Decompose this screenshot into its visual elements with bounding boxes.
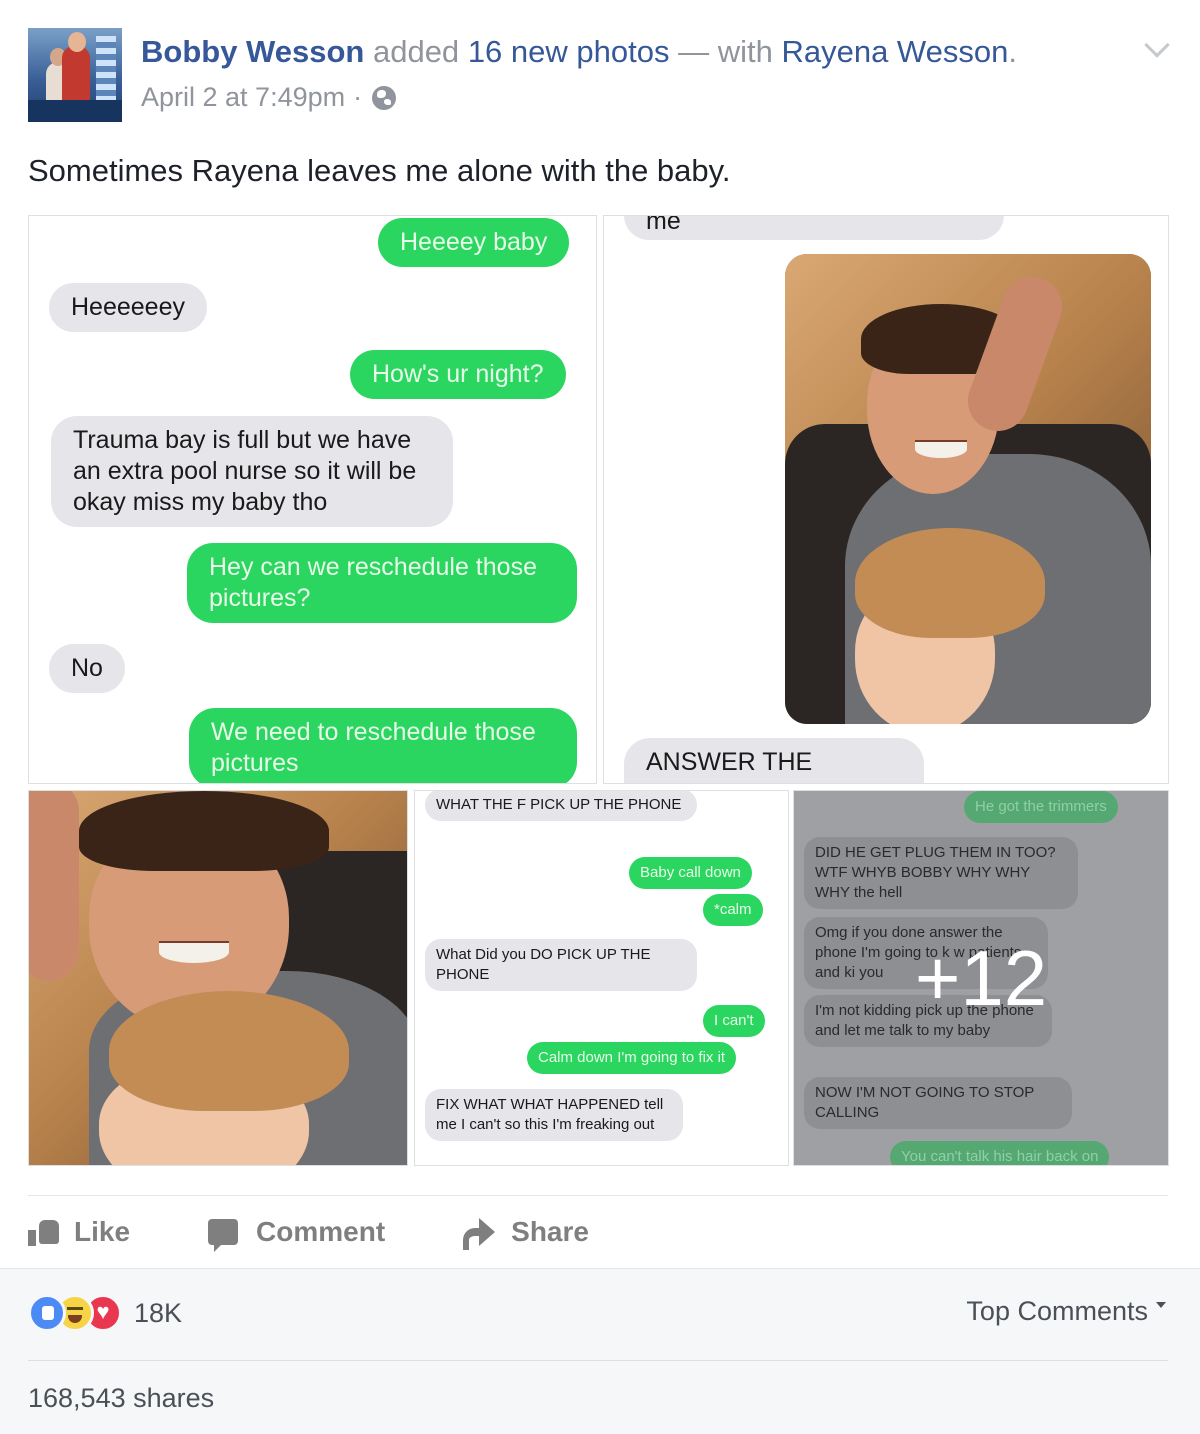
post-timestamp-link[interactable]: April 2 at 7:49pm	[141, 82, 345, 113]
divider	[28, 1360, 1168, 1361]
like-label: Like	[74, 1216, 131, 1247]
reactions-summary[interactable]: 18K	[28, 1294, 182, 1332]
like-button[interactable]: Like	[28, 1216, 130, 1248]
post-message: Sometimes Rayena leaves me alone with th…	[28, 153, 731, 188]
selfie-closeup-image	[29, 791, 407, 1165]
divider	[28, 1195, 1168, 1196]
like-icon	[28, 1218, 60, 1246]
message-bubble: *calm	[703, 894, 763, 926]
message-bubble: Hey can we reschedule those pictures?	[187, 543, 577, 623]
tagged-person-link[interactable]: Rayena Wesson	[781, 34, 1008, 69]
photo-2[interactable]: me ANSWER THE PHONE	[603, 215, 1169, 784]
period: .	[1008, 34, 1017, 69]
message-bubble: Heeeeeey	[49, 283, 207, 332]
like-reaction-icon	[28, 1294, 66, 1332]
comment-label: Comment	[256, 1216, 386, 1247]
message-bubble: ANSWER THE PHONE	[624, 738, 924, 783]
meta-separator: ·	[353, 82, 363, 112]
post-header: Bobby Wesson added 16 new photos — with …	[141, 34, 1017, 70]
action-text: added	[372, 34, 460, 69]
author-name-link[interactable]: Bobby Wesson	[141, 34, 364, 69]
comment-icon	[208, 1219, 239, 1252]
message-bubble: FIX WHAT WHAT HAPPENED tell me I can't s…	[425, 1089, 683, 1141]
message-bubble: What Did you DO PICK UP THE PHONE	[425, 939, 697, 991]
message-bubble: No	[49, 644, 125, 693]
message-bubble: Baby call down	[629, 857, 752, 889]
more-photos-count[interactable]: +12	[794, 791, 1168, 1165]
reaction-count[interactable]: 18K	[134, 1298, 182, 1329]
share-label: Share	[511, 1216, 589, 1247]
photo-3[interactable]	[28, 790, 408, 1166]
message-bubble: We need to reschedule those pictures	[189, 708, 577, 783]
photo-1[interactable]: Heeeey baby Heeeeeey How's ur night? Tra…	[28, 215, 597, 784]
photos-link[interactable]: 16 new photos	[468, 34, 670, 69]
comment-sort-label: Top Comments	[966, 1296, 1148, 1326]
post-actions: Like Comment Share	[28, 1210, 667, 1254]
with-text: — with	[678, 34, 773, 69]
share-button[interactable]: Share	[463, 1216, 589, 1250]
comment-button[interactable]: Comment	[208, 1216, 386, 1252]
message-bubble: How's ur night?	[350, 350, 566, 399]
photo-4[interactable]: WHAT THE F PICK UP THE PHONE Baby call d…	[414, 790, 789, 1166]
message-bubble: I can't	[703, 1005, 765, 1037]
chevron-down-icon[interactable]	[1144, 32, 1170, 58]
message-bubble: me	[624, 216, 1004, 240]
share-count-link[interactable]: 168,543 shares	[28, 1383, 214, 1414]
message-bubble: Trauma bay is full but we have an extra …	[51, 416, 453, 527]
caret-down-icon	[1156, 1301, 1166, 1308]
message-bubble: Heeeey baby	[378, 218, 570, 267]
photo-5-more[interactable]: He got the trimmers DID HE GET PLUG THEM…	[793, 790, 1169, 1166]
message-bubble: WHAT THE F PICK UP THE PHONE	[425, 791, 697, 821]
comment-sort-dropdown[interactable]: Top Comments	[966, 1296, 1166, 1327]
message-bubble: Calm down I'm going to fix it	[527, 1042, 737, 1074]
author-avatar[interactable]	[28, 28, 122, 122]
globe-icon[interactable]	[372, 85, 397, 110]
post-meta: April 2 at 7:49pm ·	[141, 82, 397, 113]
share-icon	[463, 1218, 496, 1250]
selfie-image	[785, 254, 1151, 724]
